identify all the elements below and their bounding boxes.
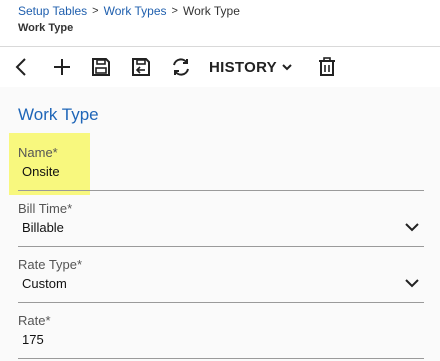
rate-input[interactable]: 175 <box>22 332 44 347</box>
back-button[interactable] <box>10 55 34 79</box>
toolbar: HISTORY <box>0 46 440 88</box>
rate-type-select[interactable]: Rate Type* Custom <box>18 257 424 303</box>
add-button[interactable] <box>50 55 74 79</box>
delete-button[interactable] <box>315 55 339 79</box>
chevron-down-icon[interactable] <box>404 277 420 289</box>
rate-type-value[interactable]: Custom <box>22 276 67 291</box>
name-input[interactable]: Onsite <box>22 164 60 179</box>
name-underline <box>18 190 424 191</box>
add-icon <box>54 59 70 75</box>
rate-field[interactable]: Rate* 175 <box>18 313 424 359</box>
save-close-icon <box>132 58 150 76</box>
bill-time-label: Bill Time* <box>18 201 73 216</box>
bill-time-underline <box>18 246 424 247</box>
save-close-button[interactable] <box>129 55 153 79</box>
back-icon <box>15 58 26 76</box>
refresh-button[interactable] <box>169 55 193 79</box>
save-icon <box>92 58 110 76</box>
breadcrumb-setup-tables[interactable]: Setup Tables <box>18 4 87 18</box>
history-menu-button[interactable]: HISTORY <box>209 57 293 77</box>
save-button[interactable] <box>89 55 113 79</box>
bill-time-select[interactable]: Bill Time* Billable <box>18 201 424 247</box>
chevron-down-icon <box>282 64 292 71</box>
bill-time-value[interactable]: Billable <box>22 220 64 235</box>
rate-type-label: Rate Type* <box>18 257 83 272</box>
breadcrumb-work-types[interactable]: Work Types <box>104 4 167 18</box>
section-title: Work Type <box>18 105 99 124</box>
history-label: HISTORY <box>209 58 277 76</box>
breadcrumb-current: Work Type <box>182 4 240 18</box>
breadcrumb-separator-icon: > <box>92 5 99 17</box>
rate-label: Rate* <box>18 313 51 328</box>
page-title: Work Type <box>18 22 74 34</box>
delete-icon <box>319 57 335 76</box>
name-label: Name* <box>18 145 58 160</box>
rate-type-underline <box>18 302 424 303</box>
chevron-down-icon[interactable] <box>404 221 420 233</box>
form-panel: Work Type Name* Onsite Bill Time* Billab… <box>0 87 440 361</box>
refresh-icon <box>173 58 189 76</box>
breadcrumb-separator-icon: > <box>171 5 178 17</box>
breadcrumb: Setup Tables > Work Types > Work Type <box>18 4 240 18</box>
rate-underline <box>18 358 424 359</box>
name-field[interactable]: Name* Onsite <box>18 145 424 191</box>
